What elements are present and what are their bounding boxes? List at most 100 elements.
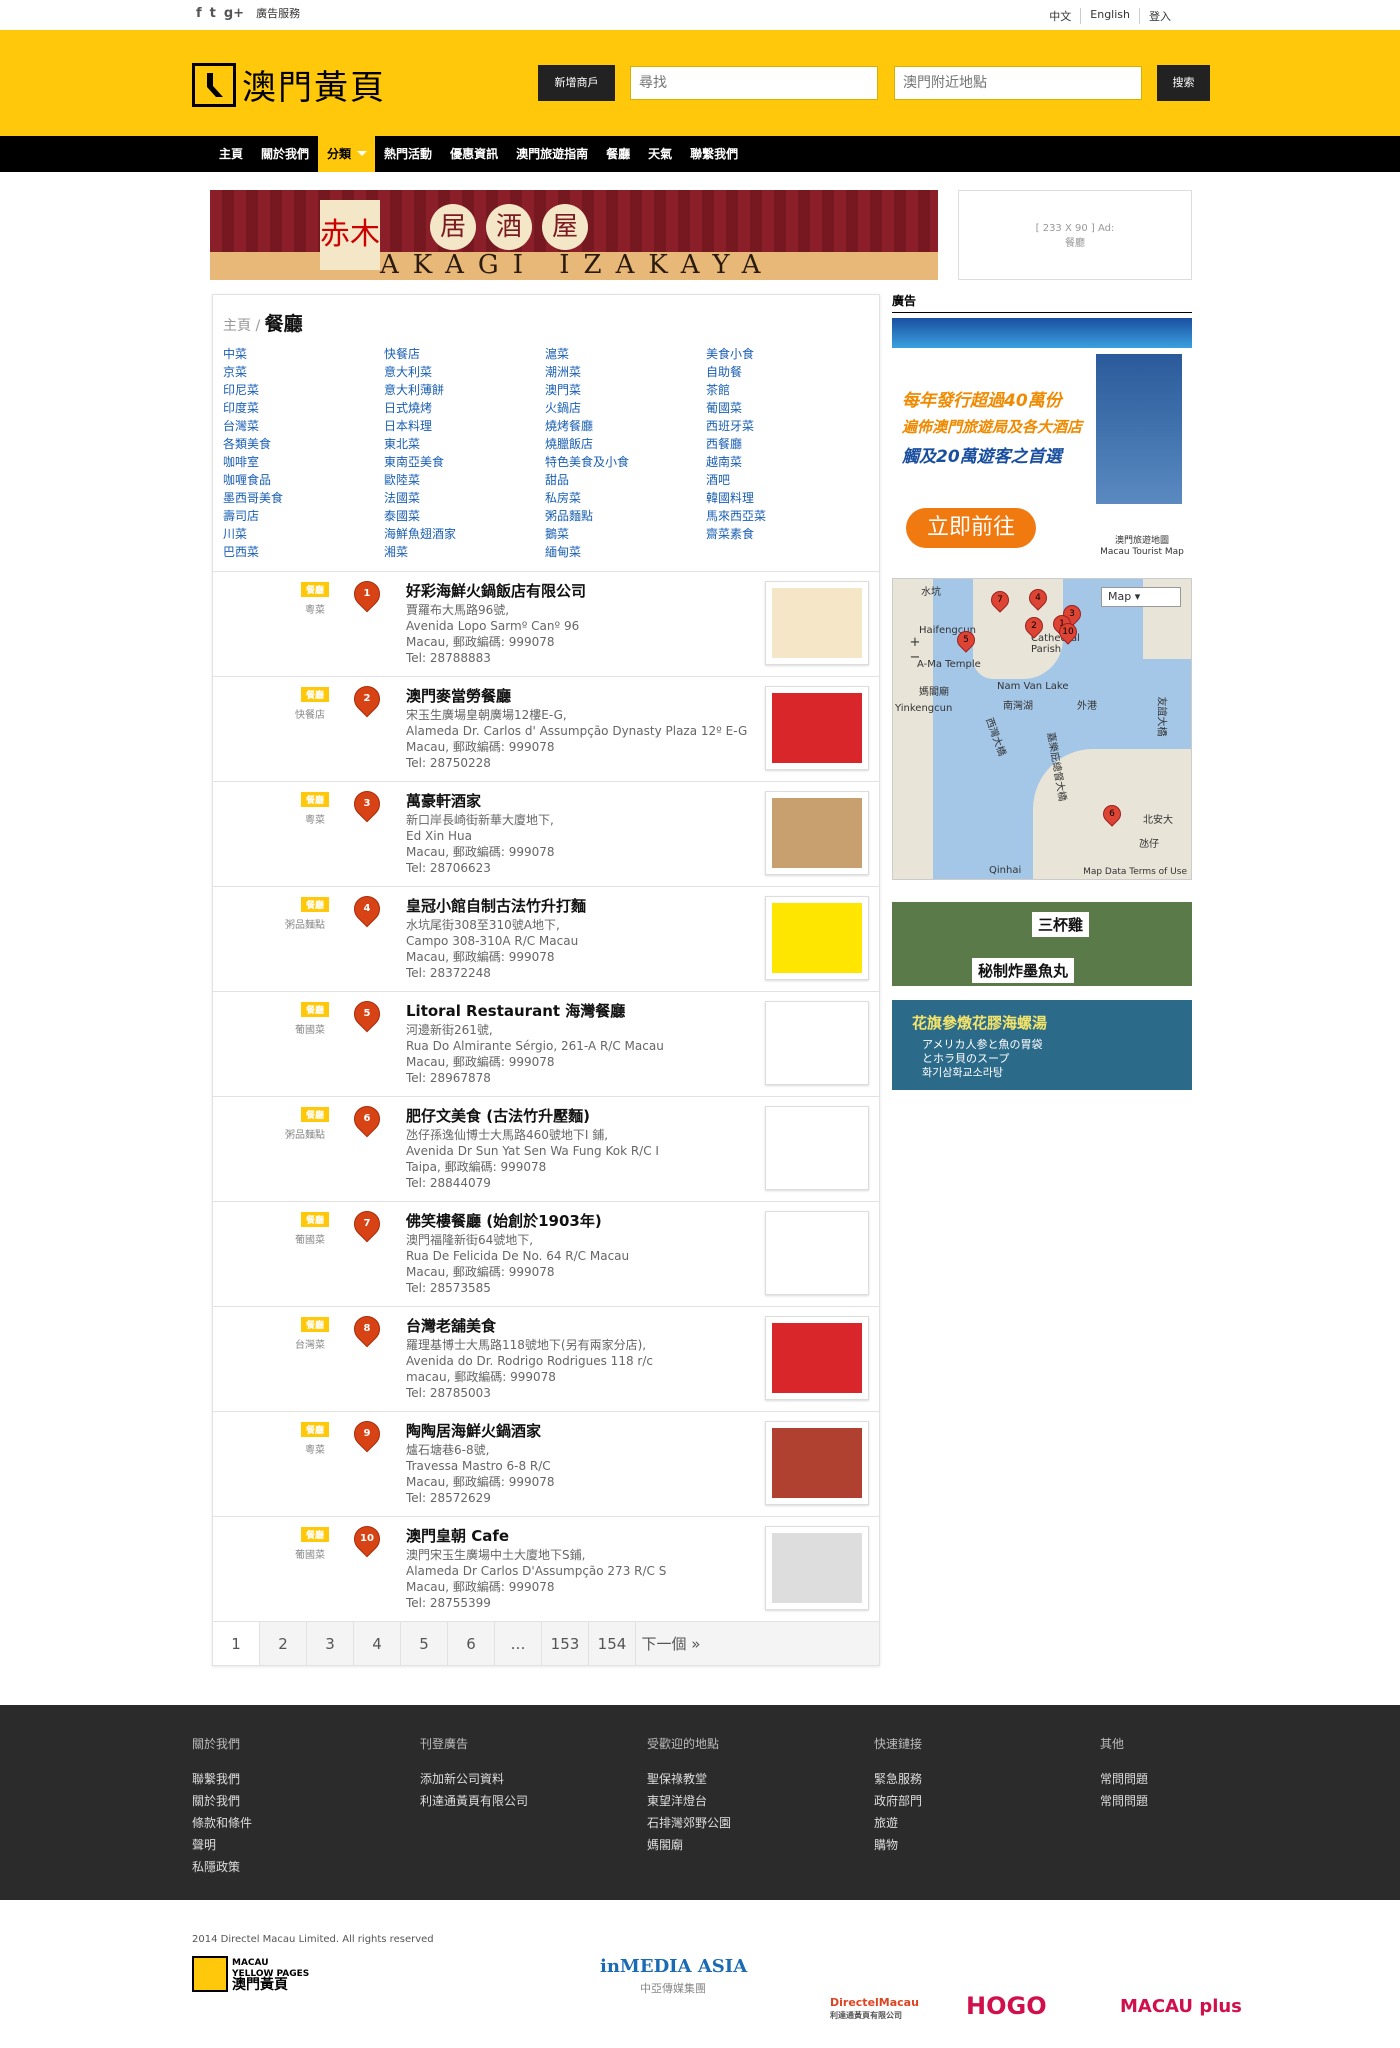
- category-link[interactable]: 緬甸菜: [545, 543, 706, 561]
- category-link[interactable]: 印尼菜: [223, 381, 384, 399]
- tourist-map-ad[interactable]: 每年發行超過40萬份 遍佈澳門旅遊局及各大酒店 觸及20萬遊客之首選 立即前往 …: [892, 318, 1192, 562]
- category-link[interactable]: 美食小食: [706, 345, 867, 363]
- nav-about[interactable]: 關於我們: [252, 136, 318, 172]
- macau-plus-logo[interactable]: MACAU plus: [1120, 1996, 1242, 2017]
- hogo-logo[interactable]: HOGO: [966, 1992, 1047, 2020]
- ad-placeholder[interactable]: [ 233 X 90 ] Ad: 餐廳: [958, 190, 1192, 280]
- category-link[interactable]: 歐陸菜: [384, 471, 545, 489]
- category-link[interactable]: 潮洲菜: [545, 363, 706, 381]
- category-link[interactable]: 自助餐: [706, 363, 867, 381]
- listing-name[interactable]: 萬豪軒酒家: [406, 790, 481, 811]
- category-link[interactable]: 法國菜: [384, 489, 545, 507]
- listing-name[interactable]: 肥仔文美食 (古法竹升壓麵): [406, 1105, 590, 1126]
- category-link[interactable]: 巴西菜: [223, 543, 384, 561]
- category-link[interactable]: 甜品: [545, 471, 706, 489]
- listing-name[interactable]: 皇冠小館自制古法竹升打麵: [406, 895, 586, 916]
- page-link[interactable]: 1: [213, 1622, 260, 1665]
- listing-row[interactable]: 餐廳 粵菜 9 陶陶居海鮮火鍋酒家 爐石塘巷6-8號, Travessa Mastro …: [213, 1411, 879, 1516]
- listing-name[interactable]: 佛笑樓餐廳 (始創於1903年): [406, 1210, 602, 1231]
- category-link[interactable]: 西班牙菜: [706, 417, 867, 435]
- category-link[interactable]: 燒烤餐廳: [545, 417, 706, 435]
- listing-name[interactable]: 澳門皇朝 Cafe: [406, 1525, 509, 1546]
- location-input[interactable]: [894, 66, 1142, 100]
- listing-thumbnail[interactable]: [765, 1316, 869, 1400]
- page-link[interactable]: 4: [354, 1622, 401, 1665]
- footer-link[interactable]: 添加新公司資料: [420, 1768, 620, 1790]
- twitter-icon[interactable]: t: [210, 6, 216, 21]
- category-link[interactable]: 韓國料理: [706, 489, 867, 507]
- category-link[interactable]: 澳門菜: [545, 381, 706, 399]
- footer-link[interactable]: 聯繫我們: [192, 1768, 392, 1790]
- category-link[interactable]: 東北菜: [384, 435, 545, 453]
- footer-link[interactable]: 私隱政策: [192, 1856, 392, 1878]
- listing-thumbnail[interactable]: [765, 791, 869, 875]
- category-link[interactable]: 京菜: [223, 363, 384, 381]
- listing-thumbnail[interactable]: [765, 1421, 869, 1505]
- listing-name[interactable]: 台灣老舖美食: [406, 1315, 496, 1336]
- soup-ad[interactable]: 花旗參燉花膠海螺湯 アメリカ人参と魚の胃袋 とホラ貝のスープ 화기삼화교소라탕: [892, 1000, 1192, 1090]
- inmedia-logo[interactable]: inMEDIA ASIA: [600, 1956, 747, 1977]
- listing-row[interactable]: 餐廳 粥品麵點 4 皇冠小館自制古法竹升打麵 水坑尾街308至310號A地下, Camp…: [213, 886, 879, 991]
- category-link[interactable]: 西餐廳: [706, 435, 867, 453]
- category-link[interactable]: 意大利菜: [384, 363, 545, 381]
- facebook-icon[interactable]: f: [196, 6, 202, 21]
- listing-thumbnail[interactable]: [765, 896, 869, 980]
- chicken-ad[interactable]: 三杯雞 秘制炸墨魚丸: [892, 902, 1192, 986]
- category-link[interactable]: 日本料理: [384, 417, 545, 435]
- category-link[interactable]: 酒吧: [706, 471, 867, 489]
- listing-name[interactable]: 陶陶居海鮮火鍋酒家: [406, 1420, 541, 1441]
- footer-link[interactable]: 東望洋燈台: [647, 1790, 847, 1812]
- category-link[interactable]: 燒臘飯店: [545, 435, 706, 453]
- category-link[interactable]: 川菜: [223, 525, 384, 543]
- footer-link[interactable]: 聲明: [192, 1834, 392, 1856]
- footer-link[interactable]: 旅遊: [874, 1812, 1074, 1834]
- listing-thumbnail[interactable]: [765, 1106, 869, 1190]
- page-link[interactable]: 153: [542, 1622, 589, 1665]
- listing-row[interactable]: 餐廳 快餐店 2 澳門麥當勞餐廳 宋玉生廣場皇朝廣場12樓E-G, Alameda Dr…: [213, 676, 879, 781]
- category-link[interactable]: 越南菜: [706, 453, 867, 471]
- footer-link[interactable]: 常問問題: [1100, 1790, 1300, 1812]
- footer-link[interactable]: 聖保祿教堂: [647, 1768, 847, 1790]
- add-business-button[interactable]: 新增商戶: [538, 65, 615, 101]
- listing-thumbnail[interactable]: [765, 686, 869, 770]
- category-link[interactable]: 日式燒烤: [384, 399, 545, 417]
- listing-row[interactable]: 餐廳 葡國菜 10 澳門皇朝 Cafe 澳門宋玉生廣場中土大廈地下S鋪, Alameda…: [213, 1516, 879, 1621]
- footer-link[interactable]: 關於我們: [192, 1790, 392, 1812]
- nav-categories[interactable]: 分類: [318, 136, 376, 172]
- category-link[interactable]: 海鮮魚翅酒家: [384, 525, 545, 543]
- category-link[interactable]: 泰國菜: [384, 507, 545, 525]
- footer-link[interactable]: 緊急服務: [874, 1768, 1074, 1790]
- listing-row[interactable]: 餐廳 粵菜 1 好彩海鮮火鍋飯店有限公司 賈羅布大馬路96號, Avenida Lopo…: [213, 571, 879, 676]
- footer-logo[interactable]: MACAU YELLOW PAGES 澳門黃頁: [192, 1956, 309, 1992]
- category-link[interactable]: 馬來西亞菜: [706, 507, 867, 525]
- listing-name[interactable]: 澳門麥當勞餐廳: [406, 685, 511, 706]
- category-link[interactable]: 壽司店: [223, 507, 384, 525]
- category-link[interactable]: 東南亞美食: [384, 453, 545, 471]
- category-link[interactable]: 鵝菜: [545, 525, 706, 543]
- google-plus-icon[interactable]: g+: [224, 6, 244, 21]
- nav-restaurants[interactable]: 餐廳: [597, 136, 639, 172]
- listing-thumbnail[interactable]: [765, 1001, 869, 1085]
- nav-weather[interactable]: 天氣: [639, 136, 681, 172]
- directel-logo[interactable]: DirectelMacau: [830, 1996, 919, 2009]
- listing-name[interactable]: 好彩海鮮火鍋飯店有限公司: [406, 580, 586, 601]
- lang-english-link[interactable]: English: [1080, 8, 1139, 24]
- next-page-link[interactable]: 下一個 »: [636, 1622, 706, 1665]
- category-link[interactable]: 湘菜: [384, 543, 545, 561]
- nav-offers[interactable]: 優惠資訊: [441, 136, 507, 172]
- nav-events[interactable]: 熱門活動: [375, 136, 441, 172]
- category-link[interactable]: 中菜: [223, 345, 384, 363]
- listing-thumbnail[interactable]: [765, 1211, 869, 1295]
- listing-row[interactable]: 餐廳 葡國菜 7 佛笑樓餐廳 (始創於1903年) 澳門福隆新街64號地下, Rua D…: [213, 1201, 879, 1306]
- listing-row[interactable]: 餐廳 粵菜 3 萬豪軒酒家 新口岸長崎街新華大廈地下, Ed Xin Hua Macau…: [213, 781, 879, 886]
- category-link[interactable]: 印度菜: [223, 399, 384, 417]
- ad-service-link[interactable]: 廣告服務: [256, 5, 300, 21]
- page-link[interactable]: 5: [401, 1622, 448, 1665]
- category-link[interactable]: 意大利薄餅: [384, 381, 545, 399]
- footer-link[interactable]: 條款和條件: [192, 1812, 392, 1834]
- lang-chinese-link[interactable]: 中文: [1040, 8, 1080, 24]
- footer-link[interactable]: 媽閣廟: [647, 1834, 847, 1856]
- listing-thumbnail[interactable]: [765, 581, 869, 665]
- category-link[interactable]: 葡國菜: [706, 399, 867, 417]
- page-link[interactable]: 154: [589, 1622, 636, 1665]
